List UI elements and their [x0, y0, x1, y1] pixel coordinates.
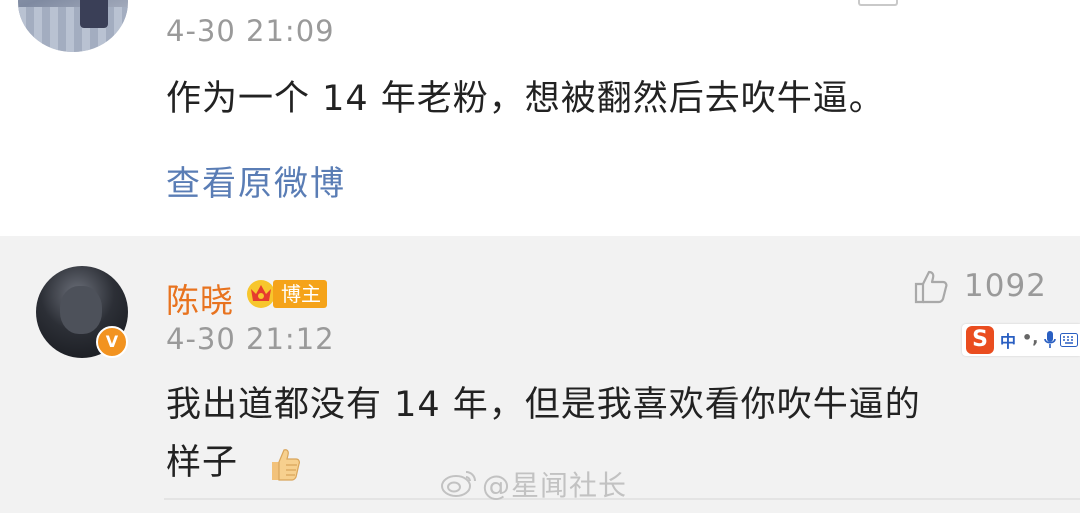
reply-icon[interactable] — [858, 0, 898, 6]
comment-text: 作为一个 14 年老粉，想被翻然后去吹牛逼。 — [166, 79, 885, 119]
ime-toolbar[interactable]: S 中 •, — [962, 324, 1080, 356]
reply-text-line1: 我出道都没有 14 年，但是我喜欢看你吹牛逼的 — [166, 385, 921, 425]
view-original-link[interactable]: 查看原微博 — [166, 156, 346, 205]
keyboard-icon[interactable] — [1060, 333, 1078, 347]
weibo-logo-icon — [441, 471, 476, 497]
ime-lang-toggle[interactable]: 中 — [1000, 328, 1016, 352]
blogger-badge: 博主 — [273, 280, 327, 308]
comment-card-1: 4-30 21:09 作为一个 14 年老粉，想被翻然后去吹牛逼。 查看原微博 — [0, 0, 1080, 236]
avatar[interactable] — [18, 0, 128, 52]
verified-v-icon: V — [96, 326, 128, 358]
thumbs-up-icon — [914, 270, 948, 304]
reply-text-line2-row: 样子 — [166, 434, 304, 485]
comment-card-2: V 陈晓 博主 1092 4-30 21:12 我出道都没有 14 年，但是我喜… — [0, 236, 1080, 513]
comment-time: 4-30 21:09 — [166, 14, 335, 48]
avatar-floor — [18, 7, 128, 52]
username[interactable]: 陈晓 — [166, 274, 234, 322]
like-count: 1092 — [964, 268, 1047, 304]
comment-time: 4-30 21:12 — [166, 322, 335, 356]
ime-punct-toggle[interactable]: •, — [1022, 328, 1038, 347]
reply-text-line2: 样子 — [166, 443, 239, 483]
avatar-figure — [80, 0, 108, 28]
mic-icon[interactable] — [1044, 330, 1056, 350]
ime-logo-icon[interactable]: S — [966, 326, 994, 354]
thumbs-up-emoji — [272, 449, 301, 481]
avatar-face — [60, 286, 102, 334]
watermark: @星闻社长 — [482, 469, 628, 502]
